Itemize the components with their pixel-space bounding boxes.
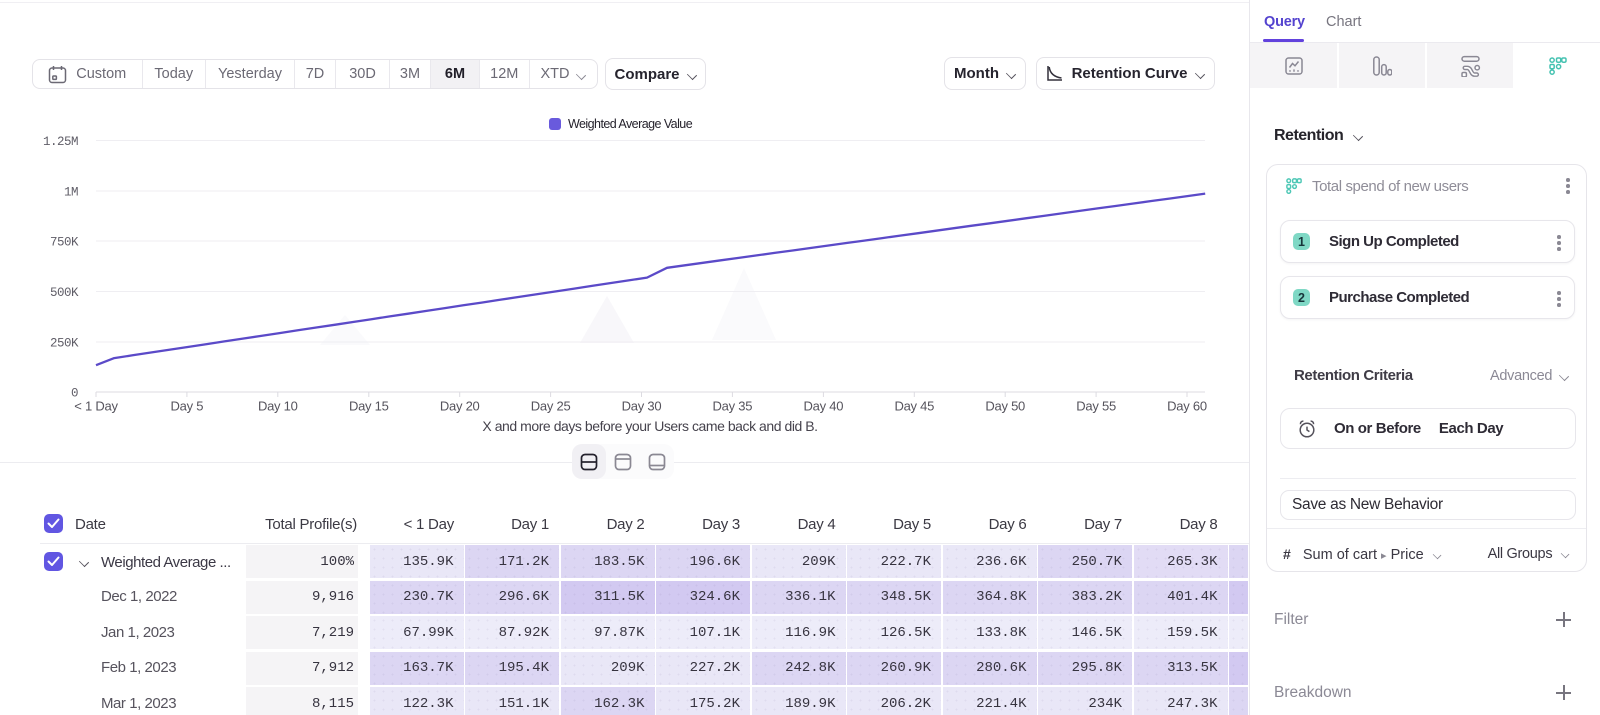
- svg-text:Day 20: Day 20: [440, 399, 480, 414]
- svg-text:250K: 250K: [50, 337, 79, 351]
- svg-text:Day 35: Day 35: [713, 399, 753, 414]
- svg-text:Day 55: Day 55: [1076, 399, 1116, 414]
- svg-text:Day 45: Day 45: [894, 399, 934, 414]
- svg-text:Day 40: Day 40: [804, 399, 844, 414]
- svg-text:500K: 500K: [50, 286, 79, 300]
- svg-text:Day 25: Day 25: [531, 399, 571, 414]
- svg-text:Day 50: Day 50: [985, 399, 1025, 414]
- svg-text:Day 10: Day 10: [258, 399, 298, 414]
- svg-text:< 1 Day: < 1 Day: [74, 399, 118, 414]
- svg-text:750K: 750K: [50, 236, 79, 250]
- svg-text:1M: 1M: [64, 186, 78, 200]
- svg-text:Day 30: Day 30: [622, 399, 662, 414]
- svg-text:Day 5: Day 5: [171, 399, 204, 414]
- svg-text:1.25M: 1.25M: [43, 135, 78, 149]
- svg-text:Day 60: Day 60: [1167, 399, 1207, 414]
- svg-text:Day 15: Day 15: [349, 399, 389, 414]
